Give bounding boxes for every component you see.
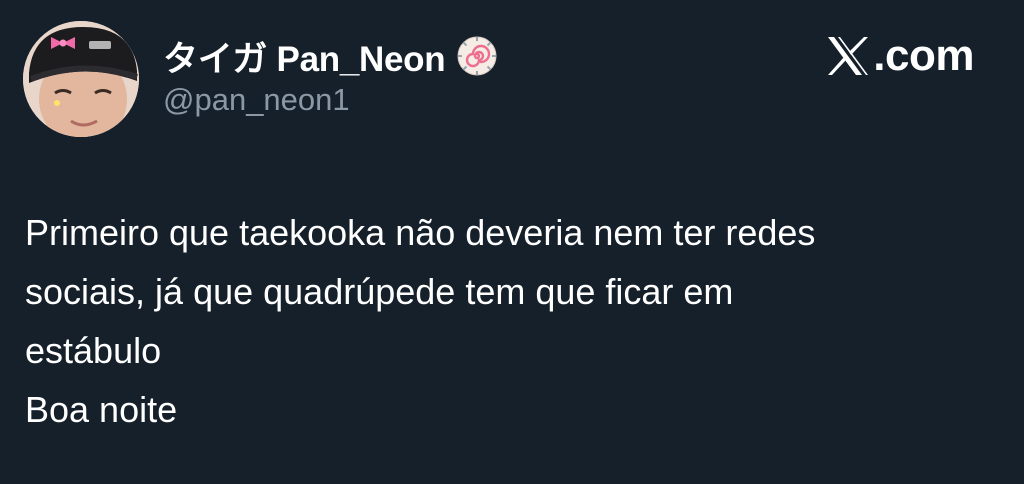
tweet-card: タイガ Pan_Neon @pan_neon1 .com Primeiro qu… bbox=[0, 0, 1024, 484]
avatar[interactable] bbox=[23, 21, 139, 137]
profile-photo bbox=[23, 21, 139, 137]
tweet-line: sociais, já que quadrúpede tem que ficar… bbox=[25, 271, 734, 312]
tweet-line: Boa noite bbox=[25, 389, 178, 430]
tweet-body: Primeiro que taekooka não deveria nem te… bbox=[25, 203, 1005, 439]
tweet-line: Primeiro que taekooka não deveria nem te… bbox=[25, 212, 816, 253]
author-handle[interactable]: @pan_neon1 bbox=[163, 82, 350, 118]
brand-domain-label: .com bbox=[873, 31, 974, 80]
brand-mark: .com bbox=[825, 30, 974, 82]
tweet-line: estábulo bbox=[25, 330, 162, 371]
author-name-row: タイガ Pan_Neon bbox=[163, 34, 499, 79]
x-logo-icon bbox=[825, 34, 871, 78]
fishcake-emoji-icon bbox=[455, 34, 499, 78]
display-name[interactable]: タイガ Pan_Neon bbox=[163, 31, 446, 82]
